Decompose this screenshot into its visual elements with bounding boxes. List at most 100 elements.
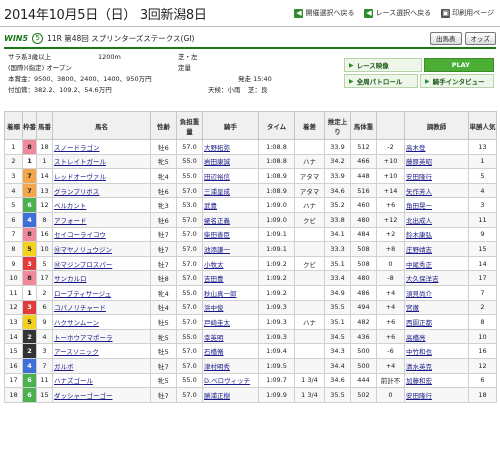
horse-name-link[interactable]: アフォード: [52, 211, 151, 228]
trainer-link[interactable]: 藤原英昭: [404, 153, 469, 170]
jockey-link[interactable]: 柴田善臣: [202, 226, 259, 243]
popularity: 8: [468, 314, 497, 330]
table-header-row: 着順 枠番 馬番 馬名 性齢 負担重量 騎手 タイム 着差 推定上り 馬体重 調教師 単勝人気: [4, 111, 497, 140]
finish-position: 7: [4, 226, 23, 243]
popularity: 15: [468, 241, 497, 257]
trainer-link[interactable]: 庄野靖志: [404, 241, 469, 257]
column-header: 負担重量: [176, 111, 203, 140]
horse-number: 6: [36, 299, 53, 316]
horse-name-link[interactable]: レッドオーヴァル: [52, 168, 151, 184]
margin: 1 3/4: [294, 387, 325, 403]
horse-name-link[interactable]: グランプリボス: [52, 182, 151, 199]
jockey-link[interactable]: D.ベロヴィッチ: [202, 372, 259, 389]
trainer-link[interactable]: 高木登: [404, 139, 469, 155]
sex-age: 牡7: [150, 255, 177, 272]
jockey-link[interactable]: 大野拓弥: [202, 139, 259, 155]
finish-time: 1:09.9: [258, 387, 295, 403]
body-weight: 502: [350, 387, 377, 403]
entries-button[interactable]: 出馬表: [430, 31, 462, 45]
horse-name-link[interactable]: コパノリチャード: [52, 299, 151, 316]
last-3f: 34.6: [324, 182, 351, 199]
horse-name-link[interactable]: アースソニック: [52, 343, 151, 359]
horse-name-link[interactable]: ダッシャーゴーゴー: [52, 387, 151, 403]
horse-name-link[interactable]: ローブティサージュ: [52, 284, 151, 301]
sex-age: 牝5: [150, 153, 177, 170]
back-to-meeting-link[interactable]: ◀ 開催選択へ戻る: [294, 8, 354, 18]
trainer-link[interactable]: 角田晃一: [404, 197, 469, 213]
back-to-race-link[interactable]: ◀ レース選択へ戻る: [364, 8, 431, 18]
jockey-link[interactable]: 石橋脩: [202, 343, 259, 359]
trainer-link[interactable]: 中尾秀正: [404, 255, 469, 272]
trainer-link[interactable]: 安田隆行: [404, 168, 469, 184]
horse-name-link[interactable]: ベルカント: [52, 197, 151, 213]
race-video-button[interactable]: ▶ レース映像: [344, 58, 422, 72]
weight-change: +14: [376, 182, 405, 199]
patrol-video-button[interactable]: ▶ 全周パトロール: [344, 74, 418, 88]
horse-name-link[interactable]: ストレイトガール: [52, 153, 151, 170]
jockey-link[interactable]: 津村明秀: [202, 357, 259, 374]
jockey-interview-button[interactable]: ▶ 騎手インタビュー: [420, 74, 494, 88]
horse-name-link[interactable]: トーホウアマポーラ: [52, 328, 151, 345]
horse-name-link[interactable]: サンカルロ: [52, 270, 151, 286]
horse-name-link[interactable]: ガルボ: [52, 357, 151, 374]
horse-number: 12: [36, 197, 53, 213]
results-table: 着順 枠番 馬番 馬名 性齢 負担重量 騎手 タイム 着差 推定上り 馬体重 調教師 単勝人気 1 8 18…: [4, 111, 497, 403]
jockey-link[interactable]: 三浦皇成: [202, 182, 259, 199]
weight-rule: 定量: [178, 64, 191, 72]
jockey-link[interactable]: 蛯名正義: [202, 211, 259, 228]
trainer-link[interactable]: 清水英克: [404, 357, 469, 374]
bracket-number: 6: [22, 372, 37, 389]
odds-button[interactable]: オッズ: [464, 31, 496, 45]
jockey-link[interactable]: 岩田康誠: [202, 153, 259, 170]
carried-weight: 57.0: [176, 255, 203, 272]
jockey-link[interactable]: 池添謙一: [202, 241, 259, 257]
margin: ハナ: [294, 314, 325, 330]
sex-age: 牡6: [150, 211, 177, 228]
horse-name-link[interactable]: スノードラゴン: [52, 139, 151, 155]
nav-label: 開催選択へ戻る: [305, 9, 355, 17]
print-page-link[interactable]: ▣ 印刷用ページ: [441, 8, 494, 18]
bracket-number: 7: [22, 182, 37, 199]
trainer-link[interactable]: 鈴木康弘: [404, 226, 469, 243]
horse-name-link[interactable]: ハナズゴール: [52, 372, 151, 389]
jockey-link[interactable]: 戸崎圭太: [202, 314, 259, 330]
finish-position: 8: [4, 241, 23, 257]
jockey-link[interactable]: 勝浦正樹: [202, 387, 259, 403]
jockey-link[interactable]: 小牧太: [202, 255, 259, 272]
play-button[interactable]: PLAY: [423, 58, 494, 72]
win5-logo: WIN5: [4, 33, 29, 43]
trainer-link[interactable]: 加藤和宏: [404, 372, 469, 389]
race-name: 11R 第48回 スプリンターズステークス(GⅠ): [47, 33, 195, 43]
margin: [294, 270, 325, 286]
trainer-link[interactable]: 西園正都: [404, 314, 469, 330]
horse-name-link[interactable]: セイコーライコウ: [52, 226, 151, 243]
last-3f: 35.1: [324, 255, 351, 272]
trainer-link[interactable]: 高橋亮: [404, 328, 469, 345]
jockey-link[interactable]: 秋山真一郎: [202, 284, 259, 301]
results-body: 1 8 18 スノードラゴン 牡6 57.0 大野拓弥 1:08.8 33.9 512 -2 高木登 1…: [4, 139, 497, 403]
trainer-link[interactable]: 宮徹: [404, 299, 469, 316]
horse-number: 16: [36, 226, 53, 243]
trainer-link[interactable]: 須貝尚介: [404, 284, 469, 301]
table-row: 8 5 10 Ⓜマヤノリュウジン 牡7 57.0 池添謙一 1:09.1 33.3 508 +8 庄野…: [4, 241, 497, 257]
jockey-link[interactable]: 吉田豊: [202, 270, 259, 286]
column-header: 馬名: [52, 111, 151, 140]
horse-name-link[interactable]: Ⓜマジンプロスパー: [52, 255, 151, 272]
trainer-link[interactable]: 中竹和也: [404, 343, 469, 359]
trainer-link[interactable]: 安田隆行: [404, 387, 469, 403]
horse-name-link[interactable]: ハクサンムーン: [52, 314, 151, 330]
page-title: 2014年10月5日（日） 3回新潟8日: [4, 7, 207, 23]
finish-time: 1:08.9: [258, 168, 295, 184]
jockey-link[interactable]: 幸英明: [202, 328, 259, 345]
jockey-link[interactable]: 田辺裕信: [202, 168, 259, 184]
margin: 1 3/4: [294, 372, 325, 389]
trainer-link[interactable]: 矢作芳人: [404, 182, 469, 199]
horse-name-link[interactable]: Ⓜマヤノリュウジン: [52, 241, 151, 257]
trainer-link[interactable]: 北出成人: [404, 211, 469, 228]
sex-age: 牡7: [150, 241, 177, 257]
jockey-link[interactable]: 武豊: [202, 197, 259, 213]
trainer-link[interactable]: 大久保洋吉: [404, 270, 469, 286]
popularity: 10: [468, 328, 497, 345]
jockey-link[interactable]: 浜中俊: [202, 299, 259, 316]
horse-number: 18: [36, 139, 53, 155]
